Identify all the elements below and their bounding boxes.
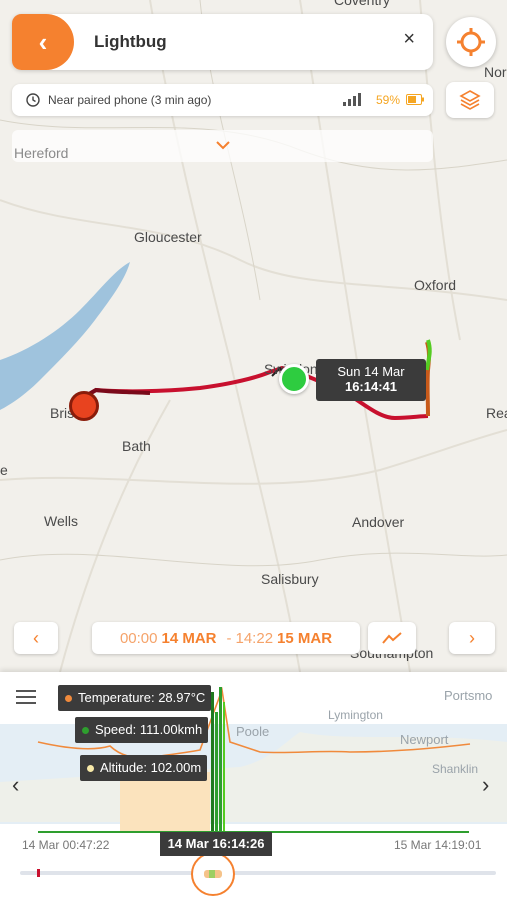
status-bar: Near paired phone (3 min ago) 59% — [12, 84, 433, 116]
map-label: Coventry — [334, 0, 391, 8]
map-label: Bath — [122, 438, 151, 454]
chevron-down-icon — [215, 137, 231, 153]
chart-next-button[interactable]: › — [482, 772, 489, 798]
clock-icon — [26, 93, 40, 107]
layers-button[interactable] — [446, 82, 494, 118]
signal-icon — [343, 93, 361, 106]
tooltip-time: 16:14:41 — [344, 379, 398, 394]
next-range-button[interactable]: › — [449, 622, 495, 654]
range-end-time: 14:22 — [235, 629, 274, 647]
status-text: Near paired phone (3 min ago) — [48, 93, 212, 107]
previous-range-button[interactable]: ‹ — [14, 622, 58, 654]
range-separator: - — [226, 629, 232, 647]
date-range-selector[interactable]: 00:00 14 MAR - 14:22 15 MAR — [92, 622, 360, 654]
battery-level: 59% — [376, 93, 401, 107]
crosshair-icon — [457, 28, 485, 56]
chevron-left-icon: ‹ — [12, 772, 20, 797]
start-marker[interactable] — [279, 364, 309, 394]
chart-start-label: 14 Mar 00:47:22 — [22, 838, 110, 852]
chart-line-icon — [382, 632, 402, 644]
chart-prev-button[interactable]: ‹ — [12, 772, 19, 798]
device-header: ‹ Lightbug × — [12, 14, 433, 70]
battery-icon — [406, 94, 424, 105]
speed-value: Speed: 111.00kmh — [95, 722, 203, 737]
device-name: Lightbug — [94, 32, 167, 51]
range-start-time: 00:00 — [119, 629, 158, 647]
dropdown-placeholder: Hereford — [14, 145, 69, 161]
menu-icon[interactable] — [16, 690, 36, 704]
chevron-left-icon: ‹ — [33, 627, 39, 648]
chart-end-label: 15 Mar 14:19:01 — [394, 838, 482, 852]
chart-map-label: Portsmo — [444, 688, 493, 703]
back-button[interactable]: ‹ — [12, 14, 74, 70]
map-point-tooltip: Sun 14 Mar 16:14:41 — [316, 359, 426, 401]
end-marker[interactable] — [69, 391, 99, 421]
chart-map-label: Poole — [236, 724, 270, 739]
layers-icon — [459, 90, 481, 110]
range-end-date: 15 MAR — [277, 629, 333, 647]
chart-map-label: Lymington — [328, 708, 383, 722]
tooltip-date: Sun 14 Mar — [337, 364, 405, 379]
temperature-value: Temperature: 28.97°C — [78, 690, 206, 705]
chevron-left-icon: ‹ — [38, 26, 48, 57]
map-label: Nor — [484, 64, 507, 80]
chart-toggle-button[interactable] — [368, 622, 416, 654]
map-label: Andover — [352, 514, 405, 530]
chevron-right-icon: › — [469, 627, 475, 648]
range-start-date: 14 MAR — [161, 629, 217, 647]
chart-map-label: Newport — [400, 732, 449, 747]
location-dropdown[interactable]: Hereford — [12, 130, 433, 162]
chart-map-label: Shanklin — [432, 762, 479, 776]
chevron-right-icon: › — [482, 772, 490, 797]
altitude-tooltip: Altitude: 102.00m — [80, 755, 208, 781]
locate-button[interactable] — [446, 17, 496, 67]
altitude-area — [120, 772, 210, 832]
chart-cursor-label: 14 Mar 16:14:26 — [160, 832, 272, 856]
map-label: Wells — [44, 513, 78, 529]
close-button[interactable]: × — [403, 28, 415, 51]
map-label: Gloucester — [134, 229, 202, 245]
temperature-tooltip: Temperature: 28.97°C — [58, 685, 212, 711]
map-label: Salisbury — [261, 571, 319, 587]
map-label: e — [0, 462, 8, 478]
altitude-value: Altitude: 102.00m — [100, 760, 202, 775]
map-label: Rea — [486, 405, 507, 421]
speed-tooltip: Speed: 111.00kmh — [75, 717, 209, 743]
map-label: Oxford — [414, 277, 457, 293]
